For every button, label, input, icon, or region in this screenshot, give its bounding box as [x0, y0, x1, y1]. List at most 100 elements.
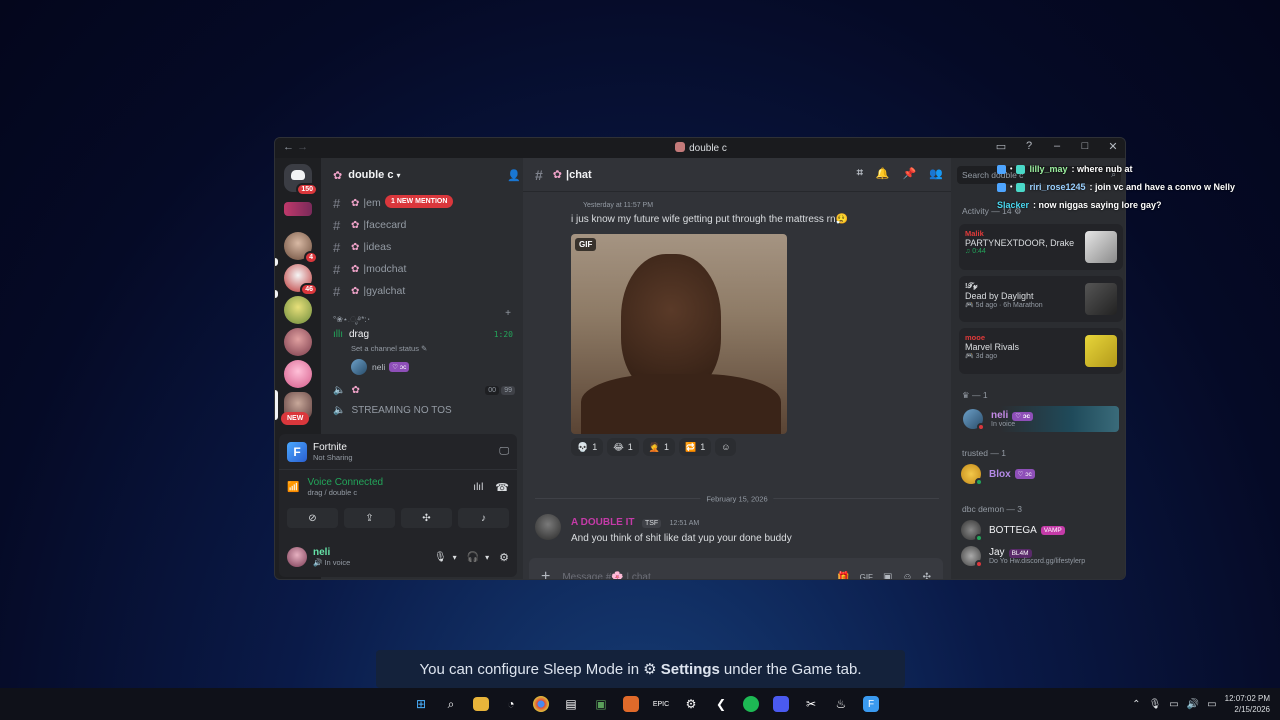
file-explorer-icon[interactable]	[473, 697, 489, 711]
gif-attachment[interactable]: GIF	[571, 234, 787, 434]
volume-icon[interactable]: 🔊	[1187, 699, 1199, 710]
user-info[interactable]: neli 🔊 In voice	[313, 547, 350, 567]
server-icon[interactable]: 4	[284, 232, 318, 264]
server-icon[interactable]	[284, 296, 312, 324]
channel-em[interactable]: # ✿ | em 1 NEW MENTION	[321, 192, 523, 214]
steam-icon[interactable]: ♨	[830, 693, 852, 715]
camera-button[interactable]: ⊘	[287, 508, 338, 528]
new-unreads-pill[interactable]: NEW	[281, 412, 310, 425]
overlay-chat-line: • lilly_may: where nub at	[997, 160, 1235, 178]
server-icon[interactable]	[284, 328, 312, 356]
epic-games-icon[interactable]: EPIC	[650, 693, 672, 715]
bell-icon[interactable]: 🔔	[876, 167, 890, 180]
member-bottega[interactable]: BOTTEGA VAMP	[961, 520, 1065, 542]
chevron-down-icon[interactable]: ▾	[453, 553, 457, 562]
disconnect-icon[interactable]: ☎	[495, 481, 509, 494]
chrome-icon[interactable]	[533, 696, 549, 712]
channel-gyalchat[interactable]: # ✿ | gyalchat	[321, 280, 523, 302]
spotify-icon[interactable]	[743, 696, 759, 712]
clock[interactable]: 12:07:02 PM 2/15/2026	[1225, 693, 1270, 715]
add-attachment-icon[interactable]: +	[541, 568, 550, 579]
reaction[interactable]: 🤦 1	[642, 438, 676, 456]
fortnite-icon[interactable]: F	[863, 696, 879, 712]
channel-name: gyalchat	[366, 285, 406, 297]
server-icon[interactable]	[284, 202, 312, 216]
channel-facecard[interactable]: # ✿ | facecard	[321, 214, 523, 236]
channel-ideas[interactable]: # ✿ | ideas	[321, 236, 523, 258]
message-composer[interactable]: + Message #🌸 | chat 🎁 GIF ▣ ☺ ✣	[529, 558, 943, 580]
add-channel-icon[interactable]: +	[505, 308, 511, 319]
headphones-icon[interactable]: 🎧	[467, 552, 479, 563]
gif-picker-icon[interactable]: GIF	[860, 573, 873, 580]
author-name[interactable]: A DOUBLE IT	[571, 517, 635, 528]
app-icon[interactable]: ◔	[500, 693, 522, 715]
settings-icon[interactable]: ⚙	[680, 693, 702, 715]
minimize-button[interactable]: –	[1049, 140, 1065, 153]
member-status: In voice	[991, 421, 1016, 428]
message-text: i jus know my future wife getting put th…	[571, 214, 849, 225]
battery-icon[interactable]: ▭	[1207, 699, 1216, 710]
soundboard-icon: ♪	[481, 512, 486, 524]
clock-date: 2/15/2026	[1234, 705, 1270, 714]
app-icon[interactable]	[773, 696, 789, 712]
channel-status-prompt[interactable]: Set a channel status ✎	[321, 344, 523, 356]
overlay-chat-line: • riri_rose1245: join vc and have a convo…	[997, 178, 1235, 196]
share-screen-icon[interactable]: 🖵	[499, 446, 509, 457]
settings-gear-icon[interactable]: ⚙	[499, 551, 509, 564]
gift-icon[interactable]: 🎁	[837, 572, 849, 580]
display-icon[interactable]: ▭	[1169, 699, 1178, 710]
avatar[interactable]	[287, 547, 307, 567]
channel-header: # ✿ |chat ⌗ 🔔 📌 👥	[523, 158, 951, 192]
avatar[interactable]	[535, 514, 561, 540]
voice-info[interactable]: Voice Connected drag / double c	[307, 477, 383, 497]
direct-messages-button[interactable]: 150	[284, 164, 318, 196]
activity-card-game[interactable]: !𝒯𝓎 Dead by Daylight 🎮 5d ago · 6h Marat…	[959, 276, 1123, 322]
inbox-icon[interactable]: ▭	[993, 140, 1009, 153]
server-icon[interactable]	[284, 360, 312, 388]
start-icon[interactable]: ⊞	[410, 693, 432, 715]
close-button[interactable]: ✕	[1105, 140, 1121, 153]
gear-icon: ⚙	[643, 661, 657, 678]
microphone-icon[interactable]: 🎙	[1149, 699, 1162, 710]
soundboard-button[interactable]: ♪	[458, 508, 509, 528]
member-jay[interactable]: Jay BL4M Do Yo Hw.discord.gg/lifestylerp	[961, 546, 1085, 568]
activity-card-game-2[interactable]: mooe Marvel Rivals 🎮 3d ago	[959, 328, 1123, 374]
sticker-icon[interactable]: ▣	[883, 572, 892, 580]
voice-channel-drag[interactable]: ıllı drag 1:20	[321, 324, 523, 344]
channel-modchat[interactable]: # ✿ | modchat	[321, 258, 523, 280]
voice-channel-streaming[interactable]: 🔈 STREAMING NO TOS	[321, 400, 523, 420]
search-icon[interactable]: ⌕	[440, 693, 462, 715]
new-mention-badge[interactable]: 1 NEW MENTION	[385, 195, 454, 208]
maximize-button[interactable]: □	[1077, 140, 1093, 153]
terminal-icon[interactable]: ▣	[590, 693, 612, 715]
chevron-up-icon[interactable]: ⌃	[1132, 699, 1140, 710]
activity-card-music[interactable]: Malik PARTYNEXTDOOR, Drake ♫ 0:44	[959, 224, 1123, 270]
emoji-icon[interactable]: ☺	[902, 572, 912, 580]
server-header[interactable]: ✿ double c ▾ 👤	[321, 158, 523, 192]
server-icon[interactable]: 46	[284, 264, 318, 296]
apps-icon[interactable]: ✣	[923, 572, 931, 580]
member-neli[interactable]: neli ♡ ɔc In voice	[961, 406, 1119, 432]
chevron-down-icon[interactable]: ▾	[485, 553, 489, 562]
microphone-icon[interactable]: 🎙	[434, 552, 447, 563]
help-icon[interactable]: ?	[1021, 140, 1037, 153]
reaction[interactable]: 😂 1	[607, 438, 639, 456]
reaction[interactable]: 💀 1	[571, 438, 604, 456]
activities-button[interactable]: ✣	[401, 508, 452, 528]
reaction[interactable]: 🔁 1	[679, 438, 712, 456]
voice-channel-2[interactable]: 🔈 ✿ 00 99	[321, 380, 523, 400]
app-icon[interactable]	[623, 696, 639, 712]
pin-icon[interactable]: 📌	[903, 167, 917, 180]
voice-category[interactable]: °❀⋆.ೃ࿔*:･ +	[321, 302, 523, 324]
capcut-icon[interactable]: ✂	[800, 693, 822, 715]
threads-icon[interactable]: ⌗	[857, 167, 863, 180]
member-list-icon[interactable]: 👥	[929, 167, 943, 180]
screen-share-button[interactable]: ⇪	[344, 508, 395, 528]
noise-suppression-icon[interactable]: ılıl	[473, 482, 483, 493]
voice-user-neli[interactable]: neli ♡ ɔc	[321, 356, 523, 378]
member-blox[interactable]: Blox ♡ ɔc	[961, 464, 1035, 486]
app-icon[interactable]: ❮	[710, 693, 732, 715]
add-reaction-button[interactable]: ☺	[715, 438, 737, 456]
notepad-icon[interactable]: ▤	[560, 693, 582, 715]
voice-channel-name: STREAMING NO TOS	[351, 404, 452, 416]
